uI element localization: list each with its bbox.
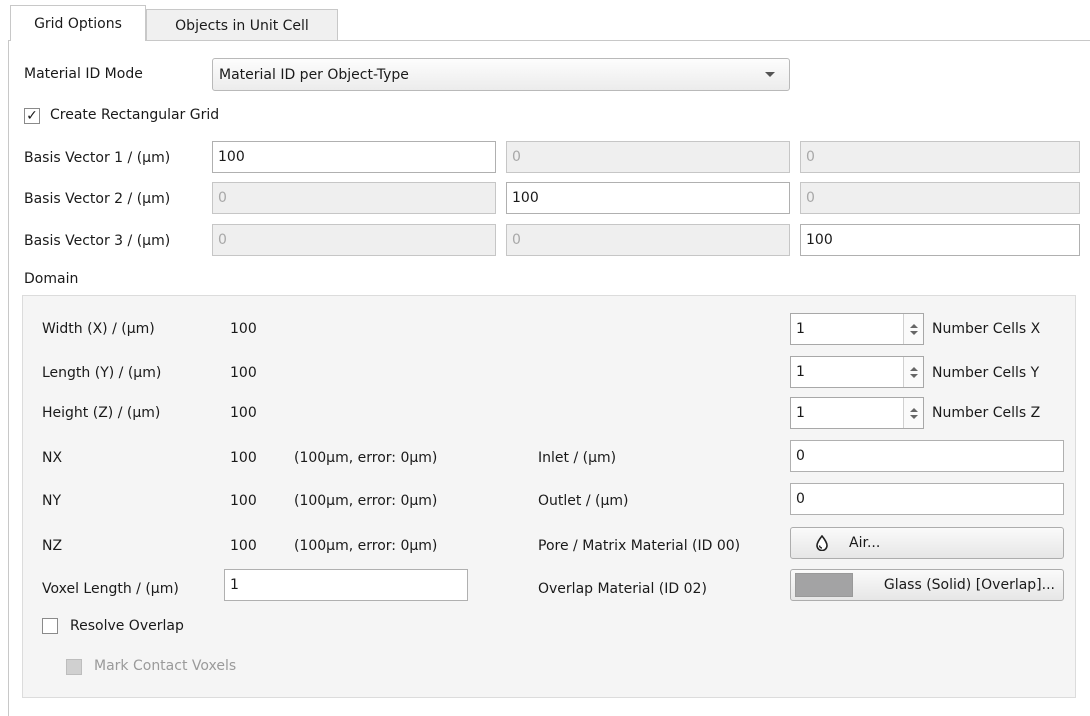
input-value: 0 (512, 232, 521, 248)
number-cells-x-spinbox[interactable]: 1 (790, 313, 924, 345)
basis-vector-1-label: Basis Vector 1 / (µm) (24, 150, 171, 166)
voxel-length-input[interactable]: 1 (224, 569, 468, 601)
input-value: 0 (218, 190, 227, 206)
basis-vector-2-x-input: 0 (212, 182, 496, 214)
pore-material-button[interactable]: Air... (790, 527, 1064, 559)
number-cells-z-spinbox[interactable]: 1 (790, 397, 924, 429)
height-value: 100 (230, 405, 257, 421)
domain-title: Domain (24, 271, 79, 287)
material-color-swatch (795, 573, 853, 597)
nx-value: 100 (230, 450, 257, 466)
arrow-down-icon (909, 330, 918, 335)
nx-label: NX (42, 450, 63, 466)
basis-vector-1-x-input[interactable]: 100 (212, 141, 496, 173)
chevron-down-icon (765, 72, 775, 77)
droplet-icon (816, 535, 828, 551)
voxel-length-label: Voxel Length / (µm) (42, 581, 179, 597)
checkmark-icon: ✓ (26, 108, 38, 124)
nz-label: NZ (42, 538, 63, 554)
length-label: Length (Y) / (µm) (42, 365, 162, 381)
length-value: 100 (230, 365, 257, 381)
input-value: 0 (512, 149, 521, 165)
mark-contact-voxels-label: Mark Contact Voxels (94, 658, 237, 674)
input-value: 100 (512, 190, 539, 206)
input-value: 0 (806, 149, 815, 165)
input-value: 100 (806, 232, 833, 248)
input-value: 0 (796, 448, 805, 464)
outlet-label: Outlet / (µm) (538, 493, 629, 509)
basis-vector-2-label: Basis Vector 2 / (µm) (24, 191, 171, 207)
input-value: 1 (230, 577, 239, 593)
inlet-input[interactable]: 0 (790, 440, 1064, 472)
input-value: 0 (218, 232, 227, 248)
basis-vector-3-x-input: 0 (212, 224, 496, 256)
overlap-material-label: Overlap Material (ID 02) (538, 581, 707, 597)
arrow-up-icon (909, 323, 918, 328)
basis-vector-3-label: Basis Vector 3 / (µm) (24, 233, 171, 249)
ny-value: 100 (230, 493, 257, 509)
height-label: Height (Z) / (µm) (42, 405, 161, 421)
mark-contact-voxels-checkbox (66, 659, 82, 675)
arrow-down-icon (909, 373, 918, 378)
material-mode-value: Material ID per Object-Type (219, 66, 409, 83)
spin-value: 1 (796, 364, 805, 380)
create-rect-grid-checkbox[interactable]: ✓ (24, 108, 40, 124)
number-cells-x-label: Number Cells X (932, 321, 1041, 337)
basis-vector-3-y-input: 0 (506, 224, 790, 256)
nz-note: (100µm, error: 0µm) (294, 538, 438, 554)
number-cells-y-label: Number Cells Y (932, 365, 1040, 381)
basis-vector-3-z-input[interactable]: 100 (800, 224, 1080, 256)
overlap-material-button-label: Glass (Solid) [Overlap]... (883, 577, 1055, 593)
basis-vector-2-y-input[interactable]: 100 (506, 182, 790, 214)
number-cells-z-label: Number Cells Z (932, 405, 1041, 421)
inlet-label: Inlet / (µm) (538, 450, 617, 466)
outlet-input[interactable]: 0 (790, 483, 1064, 515)
arrow-up-icon (909, 407, 918, 412)
basis-vector-1-y-input: 0 (506, 141, 790, 173)
arrow-down-icon (909, 414, 918, 419)
arrow-up-icon (909, 366, 918, 371)
pore-material-label: Pore / Matrix Material (ID 00) (538, 538, 741, 554)
input-value: 0 (806, 190, 815, 206)
overlap-material-button[interactable]: Glass (Solid) [Overlap]... (790, 569, 1064, 601)
tab-label: Grid Options (34, 15, 122, 32)
spin-buttons[interactable] (903, 398, 923, 428)
pore-material-button-label: Air... (849, 535, 881, 551)
ny-label: NY (42, 493, 62, 509)
basis-vector-2-z-input: 0 (800, 182, 1080, 214)
number-cells-y-spinbox[interactable]: 1 (790, 356, 924, 388)
input-value: 0 (796, 491, 805, 507)
nx-note: (100µm, error: 0µm) (294, 450, 438, 466)
width-label: Width (X) / (µm) (42, 321, 155, 337)
tab-objects-in-unit-cell[interactable]: Objects in Unit Cell (146, 9, 338, 41)
spin-buttons[interactable] (903, 357, 923, 387)
input-value: 100 (218, 149, 245, 165)
material-mode-label: Material ID Mode (24, 66, 143, 82)
spin-value: 1 (796, 405, 805, 421)
material-mode-select[interactable]: Material ID per Object-Type (212, 58, 790, 91)
resolve-overlap-checkbox[interactable] (42, 618, 58, 634)
create-rect-grid-label: Create Rectangular Grid (50, 107, 220, 123)
width-value: 100 (230, 321, 257, 337)
tab-label: Objects in Unit Cell (175, 17, 309, 34)
spin-buttons[interactable] (903, 314, 923, 344)
resolve-overlap-label: Resolve Overlap (70, 618, 184, 634)
spin-value: 1 (796, 321, 805, 337)
basis-vector-1-z-input: 0 (800, 141, 1080, 173)
tab-grid-options[interactable]: Grid Options (10, 5, 146, 41)
ny-note: (100µm, error: 0µm) (294, 493, 438, 509)
nz-value: 100 (230, 538, 257, 554)
